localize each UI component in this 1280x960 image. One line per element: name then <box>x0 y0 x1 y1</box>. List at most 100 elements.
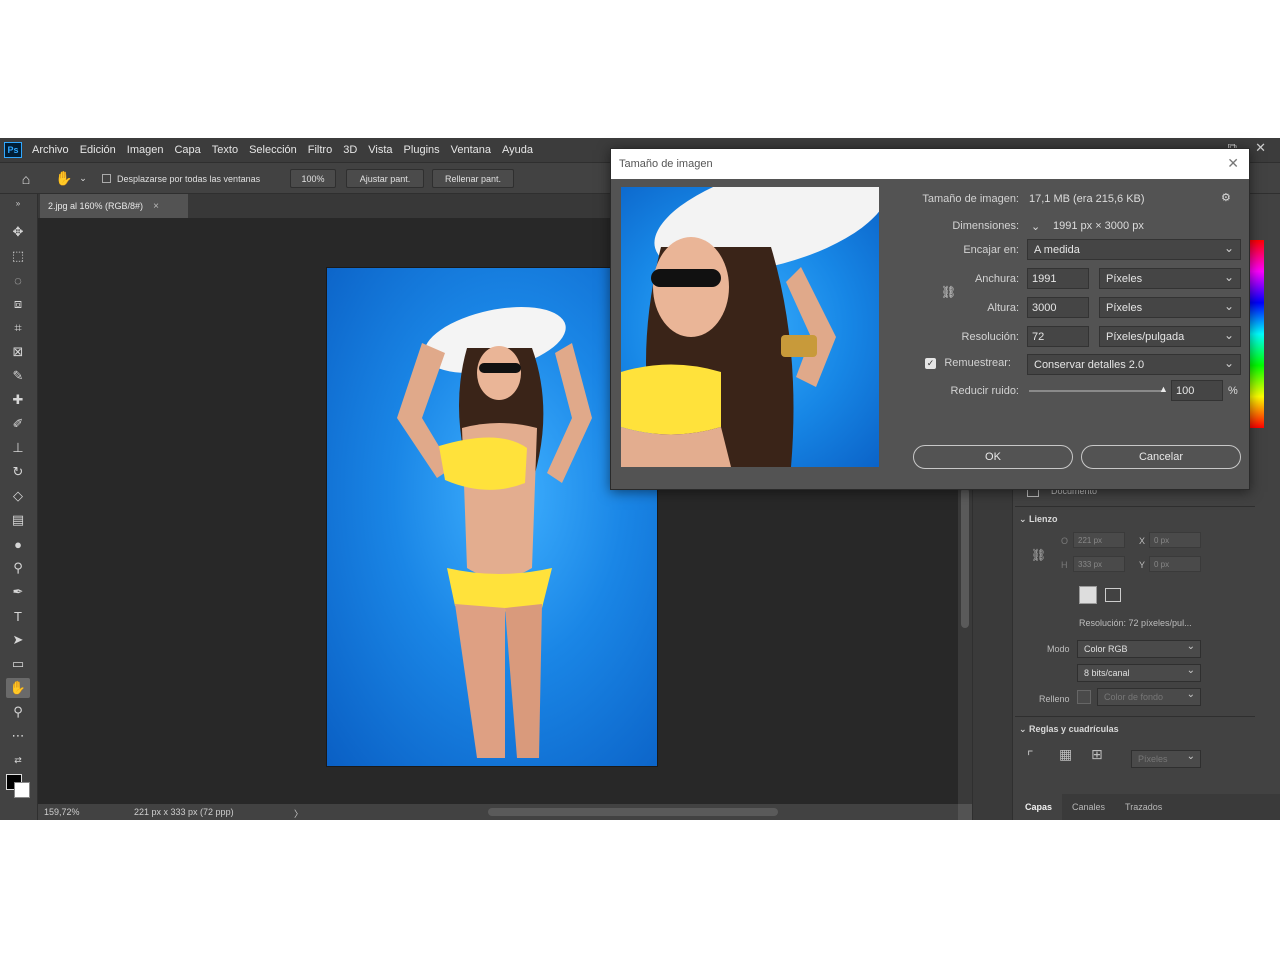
image-preview[interactable] <box>621 187 879 467</box>
noise-input[interactable]: 100 <box>1171 380 1223 401</box>
stamp-tool-icon[interactable]: ⊥ <box>6 438 30 458</box>
document-tab[interactable]: 2.jpg al 160% (RGB/8#) × <box>40 194 188 218</box>
menu-imagen[interactable]: Imagen <box>127 144 164 156</box>
status-bar: 159,72% 221 px x 333 px (72 ppp) 〉 <box>38 804 958 820</box>
menu-capa[interactable]: Capa <box>174 144 200 156</box>
resolution-label: Resolución: <box>961 331 1019 343</box>
height-unit-select[interactable]: Píxeles <box>1099 297 1241 318</box>
resample-select[interactable]: Conservar detalles 2.0 <box>1027 354 1241 375</box>
ok-button[interactable]: OK <box>913 445 1073 469</box>
color-spectrum-bar[interactable] <box>1250 240 1264 428</box>
menu-plugins[interactable]: Plugins <box>404 144 440 156</box>
width-input[interactable]: 1991 <box>1027 268 1089 289</box>
blur-tool-icon[interactable]: ● <box>6 534 30 554</box>
scroll-all-windows-checkbox[interactable]: Desplazarse por todas las ventanas <box>102 169 282 188</box>
close-window-icon[interactable]: ✕ <box>1255 140 1266 156</box>
zoom-level-readout[interactable]: 159,72% <box>44 807 80 817</box>
noise-slider-track[interactable]: ▲ <box>1029 384 1168 394</box>
lienzo-title-text: Lienzo <box>1029 514 1058 524</box>
lasso-tool-icon[interactable]: ◌ <box>6 270 30 290</box>
tab-capas[interactable]: Capas <box>1015 794 1063 820</box>
fit-screen-button[interactable]: Ajustar pant. <box>346 169 424 188</box>
bits-select[interactable]: 8 bits/canal <box>1077 664 1201 682</box>
status-arrow-icon[interactable]: 〉 <box>294 807 303 820</box>
tab-canales[interactable]: Canales <box>1062 794 1115 820</box>
document-image[interactable] <box>326 267 658 767</box>
rulers-unit-select[interactable]: Píxeles <box>1131 750 1201 768</box>
horizontal-scrollbar-thumb[interactable] <box>488 808 778 816</box>
noise-slider-thumb[interactable]: ▲ <box>1159 384 1168 394</box>
vertical-scrollbar-thumb[interactable] <box>961 488 969 628</box>
fill-swatch[interactable] <box>1077 690 1091 704</box>
move-tool-icon[interactable]: ✥ <box>6 222 30 242</box>
landscape-orientation-icon[interactable] <box>1105 588 1121 602</box>
canvas-x-field[interactable]: 0 px <box>1149 532 1201 548</box>
close-dialog-icon[interactable]: ✕ <box>1227 155 1239 172</box>
checkbox-box[interactable] <box>102 174 111 183</box>
menu-filtro[interactable]: Filtro <box>308 144 332 156</box>
marquee-tool-icon[interactable]: ⬚ <box>6 246 30 266</box>
hand-tool-icon[interactable]: ✋ <box>6 678 30 698</box>
ruler-icon[interactable]: ⌜ <box>1027 748 1034 765</box>
close-tab-icon[interactable]: × <box>153 201 159 212</box>
rectangle-tool-icon[interactable]: ▭ <box>6 654 30 674</box>
mode-select[interactable]: Color RGB <box>1077 640 1201 658</box>
zoom-100-button[interactable]: 100% <box>290 169 336 188</box>
resolution-unit-select[interactable]: Píxeles/pulgada <box>1099 326 1241 347</box>
frame-tool-icon[interactable]: ⊠ <box>6 342 30 362</box>
menu-ayuda[interactable]: Ayuda <box>502 144 533 156</box>
fill-screen-button[interactable]: Rellenar pant. <box>432 169 514 188</box>
zoom-tool-icon[interactable]: ⚲ <box>6 702 30 722</box>
object-select-tool-icon[interactable]: ⧈ <box>6 294 30 314</box>
constrain-link-icon[interactable]: ⛓ <box>941 285 956 299</box>
expand-toolbar-icon[interactable]: » <box>6 198 30 208</box>
menu-archivo[interactable]: Archivo <box>32 144 69 156</box>
fill-select[interactable]: Color de fondo <box>1097 688 1201 706</box>
canvas-width-field[interactable]: 221 px <box>1073 532 1125 548</box>
guides-icon[interactable]: ⊞ <box>1091 746 1103 763</box>
home-icon[interactable]: ⌂ <box>16 169 36 188</box>
chevron-down-icon[interactable]: ⌄ <box>78 169 88 188</box>
cancel-button[interactable]: Cancelar <box>1081 445 1241 469</box>
link-icon[interactable]: ⛓ <box>1031 548 1046 562</box>
tab-trazados[interactable]: Trazados <box>1115 794 1172 820</box>
fit-select[interactable]: A medida <box>1027 239 1241 260</box>
canvas-height-field[interactable]: 333 px <box>1073 556 1125 572</box>
rulers-title[interactable]: ⌄ Reglas y cuadrículas <box>1019 724 1119 735</box>
lienzo-title[interactable]: ⌄ Lienzo <box>1019 514 1058 525</box>
hand-tool-icon[interactable]: ✋ <box>54 169 74 188</box>
gear-icon[interactable]: ⚙ <box>1221 191 1231 204</box>
dimensions-chevron-icon[interactable]: ⌄ <box>1031 220 1040 233</box>
menu-3d[interactable]: 3D <box>343 144 357 156</box>
type-tool-icon[interactable]: T <box>6 606 30 626</box>
tools-bar: » ✥ ⬚ ◌ ⧈ ⌗ ⊠ ✎ ✚ ✐ ⊥ ↻ ◇ ▤ ● ⚲ ✒ T ➤ ▭ … <box>0 194 38 820</box>
eyedropper-tool-icon[interactable]: ✎ <box>6 366 30 386</box>
crop-tool-icon[interactable]: ⌗ <box>6 318 30 338</box>
history-brush-tool-icon[interactable]: ↻ <box>6 462 30 482</box>
menu-texto[interactable]: Texto <box>212 144 238 156</box>
path-selection-tool-icon[interactable]: ➤ <box>6 630 30 650</box>
menu-vista[interactable]: Vista <box>368 144 392 156</box>
portrait-orientation-icon[interactable] <box>1079 586 1097 604</box>
dialog-titlebar: Tamaño de imagen ✕ <box>611 149 1249 179</box>
height-label: Altura: <box>987 302 1019 314</box>
menu-seleccion[interactable]: Selección <box>249 144 297 156</box>
dodge-tool-icon[interactable]: ⚲ <box>6 558 30 578</box>
width-unit-select[interactable]: Píxeles <box>1099 268 1241 289</box>
pen-tool-icon[interactable]: ✒ <box>6 582 30 602</box>
menu-edicion[interactable]: Edición <box>80 144 116 156</box>
healing-brush-tool-icon[interactable]: ✚ <box>6 390 30 410</box>
grid-icon[interactable]: ▦ <box>1059 746 1072 763</box>
background-color-swatch[interactable] <box>14 782 30 798</box>
brush-tool-icon[interactable]: ✐ <box>6 414 30 434</box>
dialog-title: Tamaño de imagen <box>619 158 713 170</box>
menu-ventana[interactable]: Ventana <box>451 144 491 156</box>
more-tools-icon[interactable]: ⋯ <box>6 726 30 746</box>
eraser-tool-icon[interactable]: ◇ <box>6 486 30 506</box>
document-info: 221 px x 333 px (72 ppp) <box>134 807 234 817</box>
swap-colors-icon[interactable]: ⇄ <box>6 750 30 770</box>
gradient-tool-icon[interactable]: ▤ <box>6 510 30 530</box>
canvas-y-field[interactable]: 0 px <box>1149 556 1201 572</box>
height-input[interactable]: 3000 <box>1027 297 1089 318</box>
resolution-input[interactable]: 72 <box>1027 326 1089 347</box>
